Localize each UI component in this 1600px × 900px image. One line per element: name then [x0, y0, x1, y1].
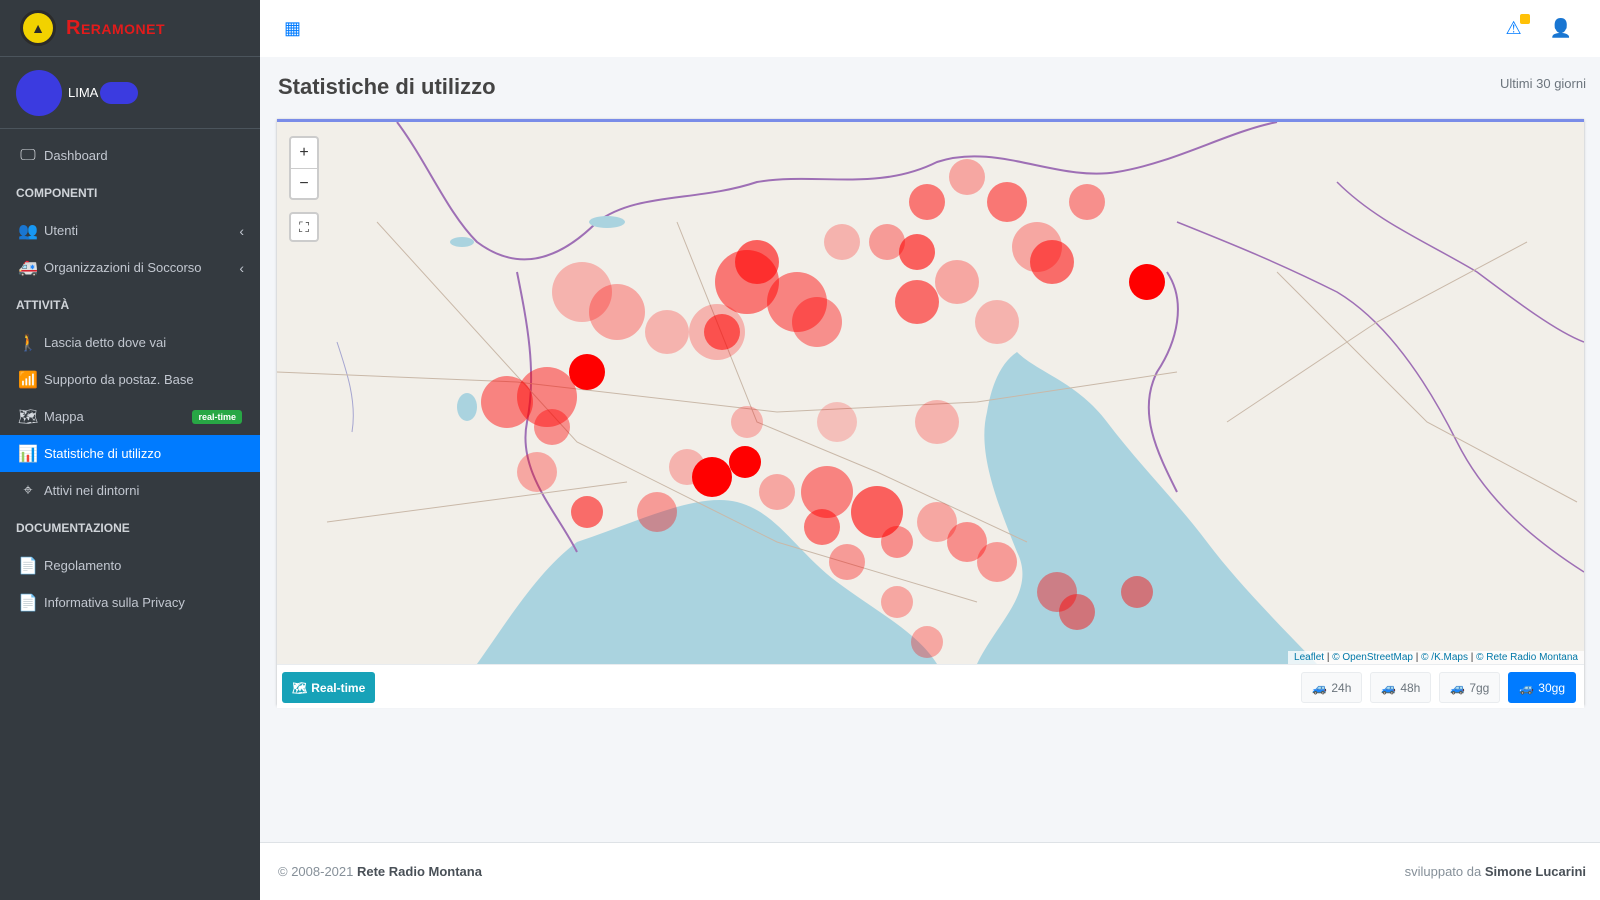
map-icon: 🗺	[292, 680, 308, 695]
content-header: Statistiche di utilizzo Ultimi 30 giorni	[260, 57, 1600, 117]
realtime-button-label: Real-time	[311, 680, 366, 695]
navbar-right: ⚠ 👤	[1505, 14, 1572, 39]
map-attribution: Leaflet | © OpenStreetMap | © /K.Maps | …	[1288, 651, 1584, 664]
map-tiles	[277, 122, 1584, 664]
sidebar-nav: 🖵 Dashboard COMPONENTI 👥 Utenti ‹ 🚑 Orga…	[0, 129, 260, 621]
map-icon: 🗺	[17, 408, 39, 426]
ambulance-icon: 🚑	[18, 259, 38, 277]
brand-name: Reramonet	[66, 16, 166, 39]
notification-dot	[1519, 14, 1530, 24]
sidebar-item-label: Mappa	[44, 409, 84, 424]
sidebar-item-label: Supporto da postaz. Base	[44, 372, 194, 387]
page-title: Statistiche di utilizzo	[278, 74, 496, 99]
sidebar-item-label: Lascia detto dove vai	[44, 335, 167, 350]
sidebar-item-privacy[interactable]: 📄 Informativa sulla Privacy	[0, 584, 260, 621]
brand-link[interactable]: ▲ Reramonet	[0, 0, 260, 57]
user-name-redacted	[100, 81, 139, 104]
user-cog-icon[interactable]: 👤	[1550, 18, 1572, 39]
zoom-in-button[interactable]: +	[291, 138, 317, 168]
range-48h-button[interactable]: 🚙 48h	[1370, 672, 1432, 703]
footer-developer: sviluppato da Simone Lucarini	[1405, 864, 1586, 879]
range-label: 7gg	[1469, 680, 1490, 695]
sidebar-item-users[interactable]: 👥 Utenti ‹	[0, 212, 260, 249]
range-label: 24h	[1331, 680, 1352, 695]
sidebar-item-map[interactable]: 🗺 Mappa real-time	[0, 398, 260, 435]
zoom-control: + −	[289, 136, 319, 200]
car-icon: 🚙	[1450, 680, 1466, 695]
sidebar-item-label: Statistiche di utilizzo	[44, 446, 162, 461]
sidebar-item-label: Informativa sulla Privacy	[44, 595, 185, 610]
chevron-left-icon: ‹	[239, 259, 244, 276]
sidebar-item-label: Regolamento	[44, 558, 122, 573]
sidebar-item-rescue-orgs[interactable]: 🚑 Organizzazioni di Soccorso ‹	[0, 249, 260, 286]
car-icon: 🚙	[1381, 680, 1397, 695]
hiker-icon: 🚶	[18, 334, 38, 352]
period-label: Ultimi 30 giorni	[1500, 76, 1586, 91]
sidebar-item-regulation[interactable]: 📄 Regolamento	[0, 547, 260, 584]
footer-org-link[interactable]: Rete Radio Montana	[357, 864, 482, 879]
sidebar-item-usage-stats[interactable]: 📊 Statistiche di utilizzo	[0, 435, 260, 472]
zoom-out-button[interactable]: −	[291, 168, 317, 198]
dashboard-icon: 🖵	[20, 146, 36, 164]
attribution-leaflet[interactable]: Leaflet	[1294, 652, 1324, 663]
chart-icon: 📊	[18, 445, 38, 463]
range-24h-button[interactable]: 🚙 24h	[1301, 672, 1363, 703]
car-icon: 🚙	[1312, 680, 1328, 695]
footer-copyright: © 2008-2021 Rete Radio Montana	[278, 864, 482, 879]
range-7gg-button[interactable]: 🚙 7gg	[1439, 672, 1501, 703]
brand-logo: ▲	[20, 10, 56, 46]
nav-header-components: COMPONENTI	[16, 186, 98, 200]
sidebar-item-label: Organizzazioni di Soccorso	[44, 260, 202, 275]
sidebar-item-label: Attivi nei dintorni	[44, 483, 140, 498]
realtime-button[interactable]: 🗺 Real-time	[282, 672, 376, 703]
avatar	[16, 69, 62, 116]
sidebar-item-nearby[interactable]: ⌖ Attivi nei dintorni	[0, 472, 260, 509]
warning-icon[interactable]: ⚠	[1505, 14, 1530, 39]
realtime-badge: real-time	[192, 409, 242, 424]
sidebar-item-dashboard[interactable]: 🖵 Dashboard	[0, 137, 260, 174]
top-navbar: ▦ ⚠ 👤	[260, 0, 1600, 57]
sidebar-item-label: Utenti	[44, 223, 78, 238]
users-icon: 👥	[18, 222, 38, 240]
range-30gg-button[interactable]: 🚙 30gg	[1508, 672, 1576, 703]
attribution-kmaps[interactable]: © /K.Maps	[1421, 652, 1468, 663]
grid-menu-icon[interactable]: ▦	[284, 18, 301, 39]
stats-card: + − ⛶ Leaflet | © OpenStreetMap | © /K.M…	[277, 119, 1584, 708]
sidebar-item-label: Dashboard	[44, 148, 108, 163]
copyright-years: © 2008-2021	[278, 864, 354, 879]
attribution-osm[interactable]: © OpenStreetMap	[1332, 652, 1413, 663]
sidebar-item-leave-word[interactable]: 🚶 Lascia detto dove vai	[0, 324, 260, 361]
sidebar: ▲ Reramonet LIMA 🖵 Dashboard COMPONENTI …	[0, 0, 260, 900]
crosshair-icon: ⌖	[23, 481, 33, 499]
nav-header-docs: DOCUMENTAZIONE	[16, 521, 130, 535]
document-icon: 📄	[18, 557, 38, 575]
page-footer: © 2008-2021 Rete Radio Montana sviluppat…	[260, 842, 1600, 900]
developer-name: Simone Lucarini	[1484, 864, 1586, 879]
heatmap[interactable]: + − ⛶ Leaflet | © OpenStreetMap | © /K.M…	[277, 122, 1584, 664]
user-panel[interactable]: LIMA	[0, 57, 260, 129]
range-button-group: 🚙 24h 🚙 48h 🚙 7gg 🚙 30gg	[1301, 672, 1576, 703]
range-label: 30gg	[1538, 680, 1565, 695]
document-icon: 📄	[18, 594, 38, 612]
chevron-left-icon: ‹	[239, 222, 244, 239]
developer-prefix: sviluppato da	[1404, 864, 1482, 879]
range-label: 48h	[1400, 680, 1421, 695]
wifi-icon: 📶	[18, 371, 38, 389]
attribution-rrm[interactable]: © Rete Radio Montana	[1476, 652, 1578, 663]
user-name: LIMA	[68, 85, 99, 100]
fullscreen-button[interactable]: ⛶	[289, 212, 319, 242]
nav-header-activity: ATTIVITÀ	[16, 298, 70, 312]
car-icon: 🚙	[1519, 680, 1535, 695]
sidebar-item-base-support[interactable]: 📶 Supporto da postaz. Base	[0, 361, 260, 398]
card-footer: 🗺 Real-time 🚙 24h 🚙 48h 🚙 7gg 🚙 30gg	[277, 664, 1584, 708]
